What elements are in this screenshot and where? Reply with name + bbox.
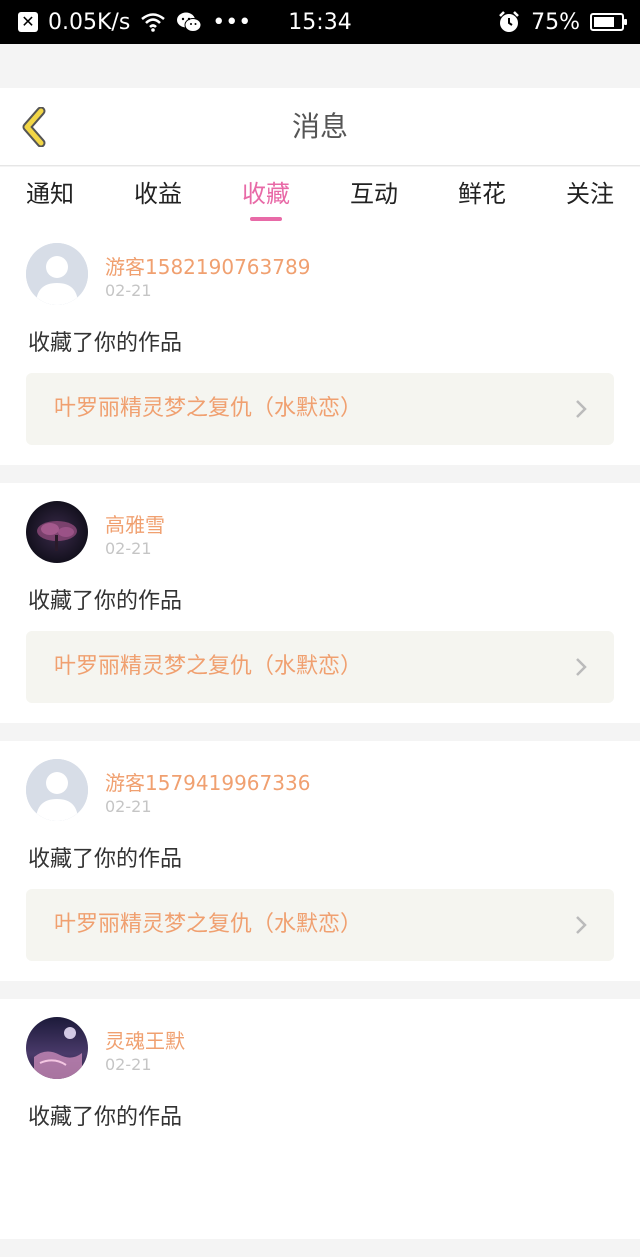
- tab-earnings[interactable]: 收益: [134, 167, 182, 225]
- date: 02-21: [105, 797, 152, 816]
- network-speed: 0.05K/s: [48, 9, 131, 35]
- work-link[interactable]: 叶罗丽精灵梦之复仇（水默恋）: [26, 889, 614, 961]
- avatar[interactable]: [26, 501, 88, 563]
- photo-avatar-night-icon: [26, 1017, 88, 1079]
- action-text: 收藏了你的作品: [28, 1105, 183, 1130]
- photo-avatar-tree-icon: [26, 501, 88, 563]
- message-list: 游客1582190763789 02-21 收藏了你的作品 叶罗丽精灵梦之复仇（…: [0, 225, 640, 1257]
- username[interactable]: 游客1579419967336: [105, 767, 310, 796]
- chevron-right-icon: [576, 400, 587, 418]
- work-link[interactable]: 叶罗丽精灵梦之复仇（水默恋）: [26, 631, 614, 703]
- avatar[interactable]: [26, 759, 88, 821]
- username[interactable]: 灵魂王默: [105, 1025, 185, 1054]
- username[interactable]: 游客1582190763789: [105, 251, 310, 280]
- avatar[interactable]: [26, 243, 88, 305]
- username[interactable]: 高雅雪: [105, 509, 165, 538]
- action-text: 收藏了你的作品: [28, 331, 183, 356]
- tab-interactions[interactable]: 互动: [350, 167, 398, 225]
- date: 02-21: [105, 1055, 152, 1074]
- avatar[interactable]: [26, 1017, 88, 1079]
- page-title: 消息: [291, 110, 348, 143]
- work-title: 叶罗丽精灵梦之复仇（水默恋）: [54, 396, 363, 421]
- action-text: 收藏了你的作品: [28, 847, 183, 872]
- list-item: 游客1579419967336 02-21 收藏了你的作品 叶罗丽精灵梦之复仇（…: [0, 741, 640, 981]
- chevron-right-icon: [576, 916, 587, 934]
- nav-header: 消息: [0, 88, 640, 166]
- action-text: 收藏了你的作品: [28, 589, 183, 614]
- work-link[interactable]: 叶罗丽精灵梦之复仇（水默恋）: [26, 373, 614, 445]
- tab-bar: 通知 收益 收藏 互动 鲜花 关注: [0, 167, 640, 225]
- tab-follows[interactable]: 关注: [566, 167, 614, 225]
- battery-percent: 75%: [531, 9, 580, 35]
- list-item: 高雅雪 02-21 收藏了你的作品 叶罗丽精灵梦之复仇（水默恋）: [0, 483, 640, 723]
- list-item: 灵魂王默 02-21 收藏了你的作品: [0, 999, 640, 1239]
- wechat-icon: [176, 11, 202, 33]
- tab-favorites[interactable]: 收藏: [242, 167, 290, 225]
- status-bar: ✕ 0.05K/s ••• 15:34 75%: [0, 0, 640, 44]
- battery-icon: [590, 13, 627, 31]
- wifi-icon: [140, 12, 166, 32]
- date: 02-21: [105, 281, 152, 300]
- more-notifications-icon: •••: [212, 9, 252, 35]
- battery-fill: [594, 17, 614, 27]
- tab-flowers[interactable]: 鲜花: [458, 167, 506, 225]
- work-title: 叶罗丽精灵梦之复仇（水默恋）: [54, 654, 363, 679]
- tab-notifications[interactable]: 通知: [26, 167, 74, 225]
- alarm-icon: [497, 10, 521, 34]
- default-avatar-icon: [26, 243, 88, 305]
- notification-x-icon: ✕: [18, 12, 38, 32]
- chevron-right-icon: [576, 658, 587, 676]
- default-avatar-icon: [26, 759, 88, 821]
- date: 02-21: [105, 539, 152, 558]
- work-title: 叶罗丽精灵梦之复仇（水默恋）: [54, 912, 363, 937]
- list-item: 游客1582190763789 02-21 收藏了你的作品 叶罗丽精灵梦之复仇（…: [0, 225, 640, 465]
